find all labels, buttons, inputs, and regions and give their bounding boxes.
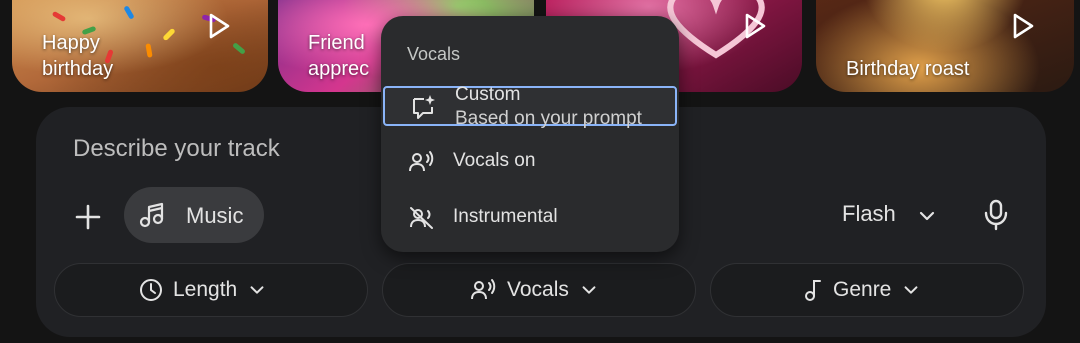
play-icon[interactable] bbox=[742, 12, 768, 40]
describe-track-input[interactable]: Describe your track bbox=[73, 135, 280, 163]
menu-item-custom[interactable]: Custom Based on your prompt bbox=[383, 84, 677, 129]
music-note-icon bbox=[805, 280, 821, 301]
voice-off-icon bbox=[410, 207, 433, 229]
add-icon[interactable] bbox=[74, 203, 102, 231]
length-label: Length bbox=[173, 278, 238, 301]
menu-item-label: Custom bbox=[455, 84, 521, 105]
genre-label: Genre bbox=[833, 278, 892, 301]
vocals-menu: Vocals Custom Based on your prompt Vocal… bbox=[381, 16, 679, 252]
menu-item-instrumental[interactable]: Instrumental bbox=[383, 200, 677, 236]
custom-prompt-icon bbox=[413, 95, 435, 119]
chevron-down-icon bbox=[582, 286, 596, 294]
chevron-down-icon bbox=[904, 286, 918, 294]
music-note-icon bbox=[139, 202, 164, 228]
vocals-option-button[interactable]: Vocals bbox=[382, 263, 696, 317]
music-chip-label: Music bbox=[186, 203, 244, 228]
card-title: Birthday roast bbox=[846, 58, 970, 80]
menu-item-sublabel: Based on your prompt bbox=[455, 108, 642, 129]
chevron-down-icon bbox=[250, 286, 264, 294]
menu-item-label: Instrumental bbox=[453, 206, 558, 227]
chevron-down-icon bbox=[919, 211, 935, 221]
genre-option-button[interactable]: Genre bbox=[710, 263, 1024, 317]
vocals-label: Vocals bbox=[507, 278, 569, 301]
model-label: Flash bbox=[842, 201, 896, 226]
menu-title: Vocals bbox=[407, 44, 461, 64]
clock-icon bbox=[140, 279, 162, 301]
template-card-happy-birthday[interactable]: Happy birthday bbox=[12, 0, 268, 92]
menu-item-vocals-on[interactable]: Vocals on bbox=[383, 144, 677, 180]
length-option-button[interactable]: Length bbox=[54, 263, 368, 317]
template-card-birthday-roast[interactable]: Birthday roast bbox=[816, 0, 1074, 92]
card-title: Happy birthday bbox=[42, 32, 114, 80]
voice-icon bbox=[409, 151, 434, 172]
voice-icon bbox=[471, 279, 496, 300]
play-icon[interactable] bbox=[206, 12, 232, 40]
music-mode-chip[interactable]: Music bbox=[124, 187, 264, 243]
play-icon[interactable] bbox=[1010, 12, 1036, 40]
menu-item-label: Vocals on bbox=[453, 150, 536, 171]
microphone-icon[interactable] bbox=[982, 199, 1010, 231]
card-title: Friend apprec bbox=[308, 32, 370, 80]
